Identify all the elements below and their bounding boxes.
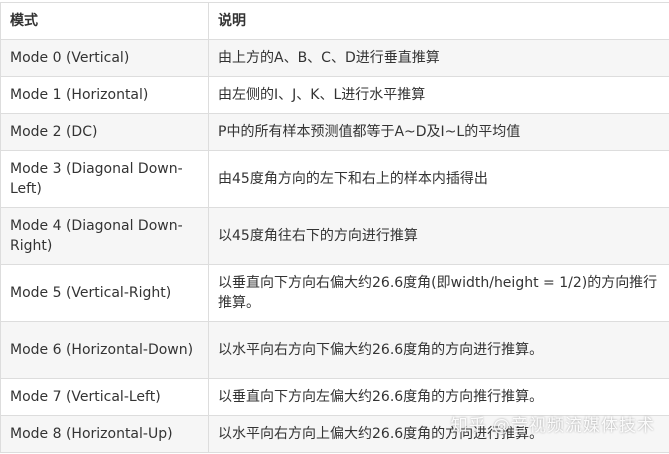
watermark: 知乎 @音视频流媒体技术 [451, 411, 655, 436]
table-row: Mode 5 (Vertical-Right) 以垂直向下方向右偏大约26.6度… [1, 265, 669, 322]
table-row: Mode 3 (Diagonal Down-Left) 由45度角方向的左下和右… [1, 151, 669, 208]
description-cell: 由45度角方向的左下和右上的样本内插得出 [209, 151, 669, 208]
mode-cell: Mode 6 (Horizontal-Down) [1, 322, 209, 379]
header-mode: 模式 [1, 3, 209, 40]
mode-cell: Mode 8 (Horizontal-Up) [1, 416, 209, 453]
mode-cell: Mode 2 (DC) [1, 114, 209, 151]
mode-cell: Mode 0 (Vertical) [1, 40, 209, 77]
mode-cell: Mode 3 (Diagonal Down-Left) [1, 151, 209, 208]
table-row: Mode 0 (Vertical) 由上方的A、B、C、D进行垂直推算 [1, 40, 669, 77]
mode-cell: Mode 1 (Horizontal) [1, 77, 209, 114]
header-description: 说明 [209, 3, 669, 40]
mode-cell: Mode 4 (Diagonal Down-Right) [1, 208, 209, 265]
table-row: Mode 2 (DC) P中的所有样本预测值都等于A~D及I~L的平均值 [1, 114, 669, 151]
description-cell: 以45度角往右下的方向进行推算 [209, 208, 669, 265]
intra-prediction-modes-table: 模式 说明 Mode 0 (Vertical) 由上方的A、B、C、D进行垂直推… [0, 2, 669, 453]
description-cell: 以垂直向下方向左偏大约26.6度角的方向推行推算。 [209, 379, 669, 416]
table-row: Mode 4 (Diagonal Down-Right) 以45度角往右下的方向… [1, 208, 669, 265]
table-row: Mode 7 (Vertical-Left) 以垂直向下方向左偏大约26.6度角… [1, 379, 669, 416]
description-cell: 以垂直向下方向右偏大约26.6度角(即width/height = 1/2)的方… [209, 265, 669, 322]
description-cell: 以水平向右方向下偏大约26.6度角的方向进行推算。 [209, 322, 669, 379]
description-cell: P中的所有样本预测值都等于A~D及I~L的平均值 [209, 114, 669, 151]
table-row: Mode 6 (Horizontal-Down) 以水平向右方向下偏大约26.6… [1, 322, 669, 379]
mode-cell: Mode 5 (Vertical-Right) [1, 265, 209, 322]
description-cell: 由左侧的I、J、K、L进行水平推算 [209, 77, 669, 114]
mode-cell: Mode 7 (Vertical-Left) [1, 379, 209, 416]
table-row: Mode 1 (Horizontal) 由左侧的I、J、K、L进行水平推算 [1, 77, 669, 114]
description-cell: 由上方的A、B、C、D进行垂直推算 [209, 40, 669, 77]
table-header-row: 模式 说明 [1, 3, 669, 40]
